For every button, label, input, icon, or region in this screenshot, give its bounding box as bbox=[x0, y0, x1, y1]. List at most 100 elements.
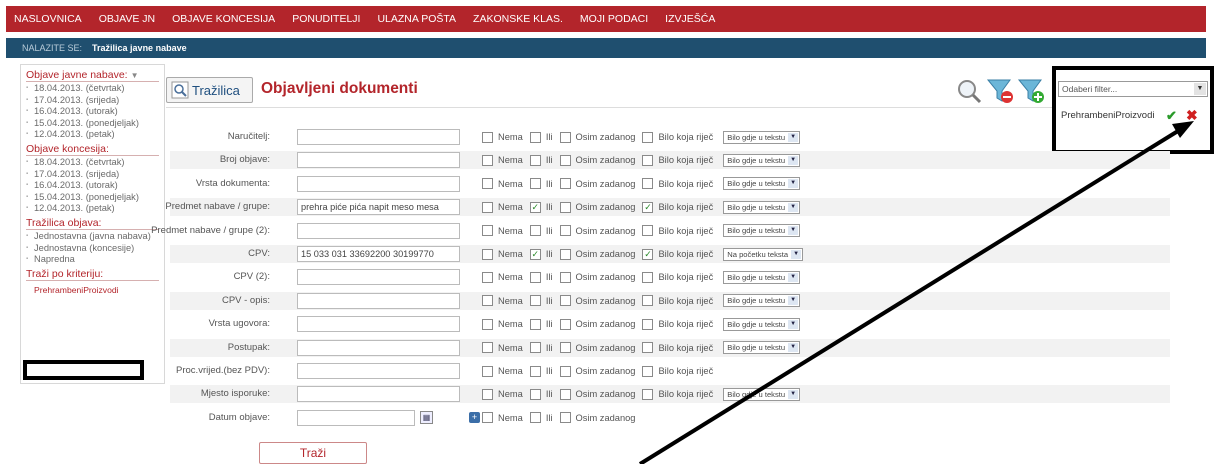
osim-checkbox[interactable] bbox=[559, 154, 571, 166]
nav-item[interactable]: ZAKONSKE KLAS. bbox=[473, 13, 563, 25]
nema-checkbox[interactable] bbox=[482, 365, 493, 377]
bilo-checkbox[interactable] bbox=[642, 178, 654, 190]
submit-search-button[interactable]: Traži bbox=[259, 442, 367, 464]
ili-checkbox[interactable] bbox=[529, 388, 541, 400]
bilo-checkbox[interactable] bbox=[642, 131, 654, 143]
field-input[interactable] bbox=[297, 386, 460, 403]
sidebar-link[interactable]: Napredna bbox=[26, 254, 159, 266]
osim-checkbox[interactable] bbox=[559, 342, 571, 354]
bilo-checkbox[interactable] bbox=[642, 318, 654, 330]
bilo-checkbox[interactable] bbox=[642, 388, 654, 400]
sidebar-link[interactable]: 15.04.2013. (ponedjeljak) bbox=[26, 192, 159, 204]
sidebar-link[interactable]: Jednostavna (koncesije) bbox=[26, 243, 159, 255]
field-input[interactable] bbox=[297, 152, 460, 169]
ili-checkbox[interactable] bbox=[529, 271, 541, 283]
match-position-select[interactable]: Bilo gdje u tekstu ▼ bbox=[723, 153, 801, 167]
field-input[interactable] bbox=[297, 363, 460, 379]
field-input[interactable]: 15 033 031 33692200 30199770 bbox=[297, 246, 460, 262]
bilo-checkbox[interactable] bbox=[642, 295, 654, 307]
ili-checkbox[interactable] bbox=[529, 412, 541, 424]
osim-checkbox[interactable] bbox=[559, 295, 571, 307]
filter-remove-icon[interactable] bbox=[986, 77, 1014, 105]
sidebar-link[interactable]: 16.04.2013. (utorak) bbox=[26, 106, 159, 118]
bilo-checkbox[interactable] bbox=[642, 271, 654, 283]
nema-checkbox[interactable] bbox=[482, 178, 493, 190]
osim-checkbox[interactable] bbox=[559, 225, 571, 237]
field-input[interactable]: prehra piće pića napit meso mesa bbox=[297, 199, 460, 216]
bilo-checkbox[interactable]: ✓ bbox=[642, 201, 654, 213]
osim-checkbox[interactable] bbox=[559, 201, 571, 213]
sidebar-heading-javna-nabava[interactable]: Objave javne nabave: ▼ bbox=[26, 69, 159, 82]
nema-checkbox[interactable] bbox=[482, 154, 493, 166]
osim-checkbox[interactable] bbox=[559, 271, 571, 283]
field-input[interactable] bbox=[297, 339, 460, 356]
nav-item[interactable]: MOJI PODACI bbox=[580, 13, 648, 25]
osim-checkbox[interactable] bbox=[559, 388, 571, 400]
calendar-icon[interactable]: ▦ bbox=[420, 410, 433, 424]
osim-checkbox[interactable] bbox=[559, 178, 571, 190]
filter-select[interactable]: Odaberi filter... ▼ bbox=[1058, 81, 1208, 97]
nema-checkbox[interactable] bbox=[482, 201, 493, 213]
ili-checkbox[interactable] bbox=[529, 318, 541, 330]
sidebar-link[interactable]: 12.04.2013. (petak) bbox=[26, 129, 159, 141]
bilo-checkbox[interactable] bbox=[642, 225, 654, 237]
nav-item[interactable]: PONUDITELJI bbox=[292, 13, 360, 25]
osim-checkbox[interactable] bbox=[559, 365, 571, 377]
bilo-checkbox[interactable] bbox=[642, 365, 654, 377]
field-input[interactable] bbox=[297, 292, 460, 309]
field-input[interactable] bbox=[297, 129, 460, 145]
add-date-range-icon[interactable]: + bbox=[469, 411, 480, 423]
sidebar-link[interactable]: 16.04.2013. (utorak) bbox=[26, 180, 159, 192]
nema-checkbox[interactable] bbox=[482, 248, 493, 260]
ili-checkbox[interactable] bbox=[529, 365, 541, 377]
saved-filter-name[interactable]: PrehrambeniProizvodi bbox=[1061, 110, 1154, 121]
collapse-arrow-icon[interactable]: ▼ bbox=[131, 71, 139, 80]
sidebar-link[interactable]: 15.04.2013. (ponedjeljak) bbox=[26, 118, 159, 130]
ili-checkbox[interactable]: ✓ bbox=[529, 248, 541, 260]
nema-checkbox[interactable] bbox=[482, 388, 493, 400]
nav-item[interactable]: OBJAVE JN bbox=[99, 13, 155, 25]
delete-x-icon[interactable]: ✖ bbox=[1186, 107, 1198, 124]
sidebar-link[interactable]: 18.04.2013. (četvrtak) bbox=[26, 83, 159, 95]
ili-checkbox[interactable] bbox=[529, 342, 541, 354]
match-position-select[interactable]: Bilo gdje u tekstu ▼ bbox=[723, 294, 801, 308]
ili-checkbox[interactable] bbox=[529, 178, 541, 190]
match-position-select[interactable]: Bilo gdje u tekstu ▼ bbox=[723, 387, 801, 401]
nav-item[interactable]: ULAZNA POŠTA bbox=[377, 13, 456, 25]
match-position-select[interactable]: Bilo gdje u tekstu ▼ bbox=[723, 270, 801, 284]
nema-checkbox[interactable] bbox=[482, 131, 493, 143]
nav-item[interactable]: OBJAVE KONCESIJA bbox=[172, 13, 275, 25]
field-input[interactable] bbox=[297, 222, 460, 239]
sidebar-saved-filter-link[interactable]: PrehrambeniProizvodi bbox=[26, 284, 159, 296]
sidebar-link[interactable]: 12.04.2013. (petak) bbox=[26, 203, 159, 215]
sidebar-heading-koncesije[interactable]: Objave koncesija: bbox=[26, 143, 159, 156]
match-position-select[interactable]: Na početku teksta ▼ bbox=[723, 247, 804, 261]
nav-item[interactable]: IZVJEŠĆA bbox=[665, 13, 715, 25]
sidebar-heading-kriterij[interactable]: Traži po kriteriju: bbox=[26, 268, 159, 281]
search-toolbar-button[interactable]: Tražilica bbox=[166, 77, 253, 103]
match-position-select[interactable]: Bilo gdje u tekstu ▼ bbox=[723, 130, 801, 144]
osim-checkbox[interactable] bbox=[559, 318, 571, 330]
match-position-select[interactable]: Bilo gdje u tekstu ▼ bbox=[723, 317, 801, 331]
bilo-checkbox[interactable] bbox=[642, 342, 654, 354]
date-input[interactable] bbox=[297, 409, 415, 426]
match-position-select[interactable]: Bilo gdje u tekstu ▼ bbox=[723, 200, 801, 214]
nema-checkbox[interactable] bbox=[482, 412, 493, 424]
nema-checkbox[interactable] bbox=[482, 271, 493, 283]
bilo-checkbox[interactable] bbox=[642, 154, 654, 166]
osim-checkbox[interactable] bbox=[559, 131, 571, 143]
nema-checkbox[interactable] bbox=[482, 318, 493, 330]
nav-item[interactable]: NASLOVNICA bbox=[14, 13, 82, 25]
nema-checkbox[interactable] bbox=[482, 225, 493, 237]
sidebar-link[interactable]: Jednostavna (javna nabava) bbox=[26, 231, 159, 243]
bilo-checkbox[interactable]: ✓ bbox=[642, 248, 654, 260]
magnifier-icon[interactable] bbox=[955, 77, 983, 105]
field-input[interactable] bbox=[297, 175, 460, 192]
apply-check-icon[interactable]: ✔ bbox=[1166, 108, 1177, 124]
field-input[interactable] bbox=[297, 316, 460, 333]
ili-checkbox[interactable] bbox=[529, 131, 541, 143]
match-position-select[interactable]: Bilo gdje u tekstu ▼ bbox=[723, 177, 801, 191]
ili-checkbox[interactable] bbox=[529, 225, 541, 237]
match-position-select[interactable]: Bilo gdje u tekstu ▼ bbox=[723, 224, 801, 238]
sidebar-link[interactable]: 18.04.2013. (četvrtak) bbox=[26, 157, 159, 169]
